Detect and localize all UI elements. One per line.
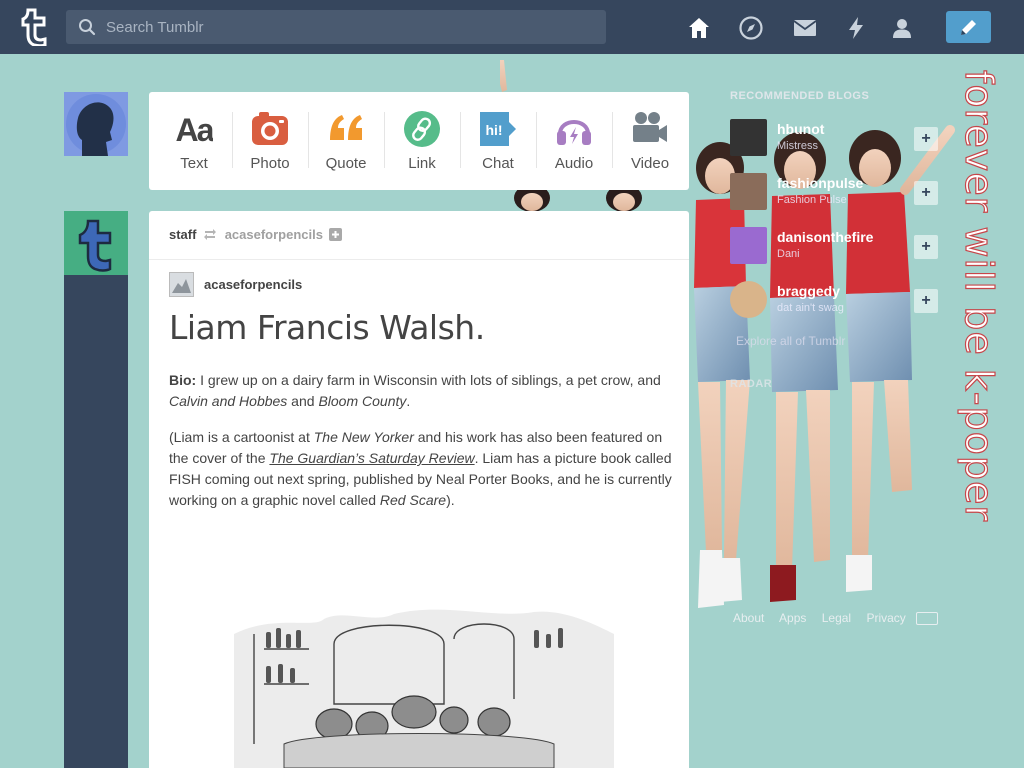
account-icon[interactable] — [889, 15, 915, 41]
author-name[interactable]: acaseforpencils — [204, 277, 302, 292]
divider — [149, 259, 689, 260]
text-span: I grew up on a dairy farm in Wisconsin w… — [196, 372, 661, 388]
blog-avatar[interactable] — [730, 227, 767, 264]
italic-span: Red Scare — [379, 492, 447, 508]
text-span: . — [406, 393, 411, 409]
post-type-label: Quote — [325, 155, 367, 172]
footer-legal[interactable]: Legal — [822, 611, 851, 625]
search-input[interactable] — [106, 10, 596, 44]
follow-plus-icon[interactable]: + — [914, 181, 938, 205]
recommended-blog[interactable]: braggedy dat ain't swag + — [720, 273, 949, 327]
text-span: (Liam is a cartoonist at — [169, 429, 314, 445]
video-icon — [633, 112, 667, 142]
post-title: Liam Francis Walsh. — [169, 308, 485, 347]
author-avatar[interactable] — [169, 272, 194, 297]
explore-link[interactable]: Explore all of Tumblr — [736, 334, 845, 348]
footer-privacy[interactable]: Privacy — [866, 611, 905, 625]
silhouette-icon — [64, 92, 128, 156]
recommended-title: RECOMMENDED BLOGS — [730, 90, 870, 102]
blog-avatar[interactable] — [730, 281, 767, 318]
follow-plus-icon[interactable]: + — [914, 289, 938, 313]
staff-avatar[interactable] — [64, 211, 128, 275]
recommended-blogs: RECOMMENDED BLOGS hbunot Mistress + fash… — [720, 84, 949, 394]
vertical-text: forever will be k-poper — [957, 70, 1001, 522]
svg-text:hi!: hi! — [485, 122, 502, 138]
compose-button[interactable] — [946, 11, 991, 43]
text-span: and — [287, 393, 319, 409]
bio-label: Bio: — [169, 372, 197, 388]
tumblr-logo-icon[interactable] — [17, 8, 51, 48]
blog-name[interactable]: danisonthefire — [777, 229, 873, 245]
camera-icon — [252, 112, 288, 145]
keyboard-shortcuts-icon[interactable] — [916, 612, 938, 625]
post-type-label: Photo — [250, 155, 290, 172]
source-blog-link[interactable]: acaseforpencils — [225, 227, 323, 242]
follow-plus-icon[interactable]: + — [914, 235, 938, 259]
audio-icon — [557, 120, 591, 145]
footer-apps[interactable]: Apps — [779, 611, 806, 625]
italic-span: Bloom County — [318, 393, 407, 409]
italic-span: Calvin and Hobbes — [169, 393, 288, 409]
blog-subtitle: Mistress — [777, 140, 818, 152]
blog-avatar[interactable] — [730, 119, 767, 156]
follow-plus-icon[interactable] — [328, 228, 342, 241]
text-icon: Aa — [176, 112, 213, 148]
post-paragraph: (Liam is a cartoonist at The New Yorker … — [169, 427, 674, 511]
footer-about[interactable]: About — [733, 611, 764, 625]
user-avatar[interactable] — [64, 92, 128, 156]
post-type-photo[interactable]: Photo — [232, 92, 308, 190]
post-type-label: Text — [180, 155, 208, 172]
post-type-text[interactable]: Aa Text — [156, 92, 232, 190]
reblogger-link[interactable]: staff — [169, 227, 196, 242]
blog-name[interactable]: hbunot — [777, 121, 824, 137]
blog-subtitle: Dani — [777, 248, 800, 260]
left-rail — [64, 211, 128, 768]
italic-span: The New Yorker — [313, 429, 414, 445]
post-header: staff acaseforpencils — [169, 227, 342, 242]
messages-icon[interactable] — [792, 15, 818, 41]
guardian-link[interactable]: The Guardian’s Saturday Review — [269, 450, 474, 466]
pencil-icon — [961, 20, 976, 35]
activity-icon[interactable] — [843, 15, 869, 41]
post-type-quote[interactable]: Quote — [308, 92, 384, 190]
blog-name[interactable]: braggedy — [777, 283, 840, 299]
blog-avatar[interactable] — [730, 173, 767, 210]
home-icon[interactable] — [686, 15, 712, 41]
search-box[interactable] — [66, 10, 606, 44]
footer-links: About Apps Legal Privacy — [733, 611, 918, 625]
post-type-label: Video — [630, 155, 670, 172]
post-type-label: Link — [408, 155, 436, 172]
post-type-label: Chat — [482, 155, 514, 172]
post-type-chat[interactable]: hi! Chat — [460, 92, 536, 190]
blog-name[interactable]: fashionpulse — [777, 175, 863, 191]
recommended-blog[interactable]: hbunot Mistress + — [720, 111, 949, 165]
reblog-icon — [204, 229, 217, 240]
svg-text:Aa: Aa — [176, 112, 213, 148]
explore-icon[interactable] — [738, 15, 764, 41]
post-type-bar: Aa Text Photo Quote Link hi! Chat Audio … — [149, 92, 689, 190]
follow-plus-icon[interactable]: + — [914, 127, 938, 151]
blog-subtitle: Fashion Pulse — [777, 194, 847, 206]
recommended-blog[interactable]: fashionpulse Fashion Pulse + — [720, 165, 949, 219]
text-span: ). — [446, 492, 455, 508]
tumblr-staff-icon — [64, 211, 128, 275]
blog-subtitle: dat ain't swag — [777, 302, 844, 314]
post-type-audio[interactable]: Audio — [536, 92, 612, 190]
cartoon-image[interactable] — [194, 604, 624, 768]
top-header — [0, 0, 1024, 54]
radar-title: RADAR — [730, 378, 773, 390]
vertical-theme-text: forever will be k-poper — [956, 70, 1001, 523]
post-type-link[interactable]: Link — [384, 92, 460, 190]
quote-icon — [330, 115, 362, 140]
chat-icon: hi! — [480, 112, 516, 146]
post-type-label: Audio — [554, 155, 594, 172]
dashboard-post: staff acaseforpencils acaseforpencils Li… — [149, 211, 689, 768]
search-icon — [79, 19, 96, 36]
post-type-video[interactable]: Video — [612, 92, 688, 190]
post-bio: Bio: I grew up on a dairy farm in Wiscon… — [169, 370, 674, 412]
link-icon — [404, 111, 440, 147]
recommended-blog[interactable]: danisonthefire Dani + — [720, 219, 949, 273]
